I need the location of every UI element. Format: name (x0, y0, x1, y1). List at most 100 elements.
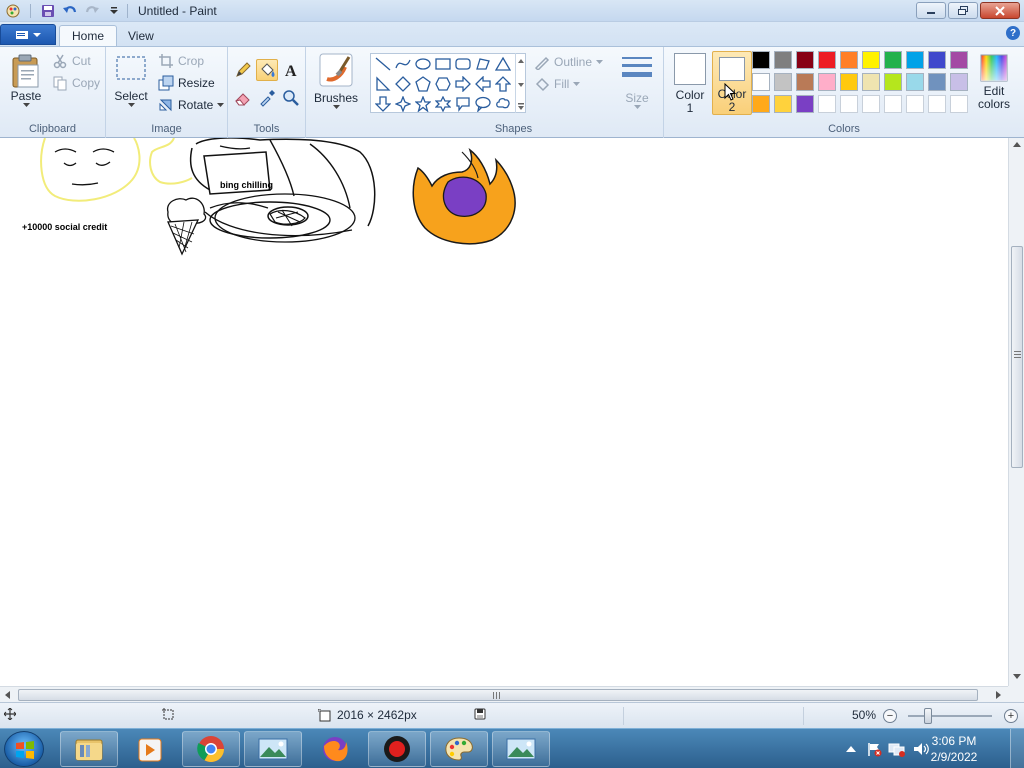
taskbar-firefox[interactable] (306, 731, 364, 767)
color-swatch[interactable] (884, 51, 902, 69)
taskbar-media-player[interactable] (120, 731, 178, 767)
pencil-tool[interactable] (232, 59, 254, 81)
resize-button[interactable]: Resize (158, 75, 215, 91)
undo-icon[interactable] (61, 2, 79, 20)
color-swatch[interactable] (906, 95, 924, 113)
action-center-flag-icon[interactable] (866, 741, 882, 757)
color-swatch[interactable] (818, 51, 836, 69)
text-tool[interactable]: A (280, 59, 302, 81)
taskbar-explorer[interactable] (60, 731, 118, 767)
fill-button[interactable]: Fill (534, 76, 581, 92)
crop-button[interactable]: Crop (158, 53, 204, 69)
right-arrow-shape-icon[interactable] (453, 74, 473, 94)
curve-shape-icon[interactable] (393, 54, 413, 74)
fill-tool[interactable] (256, 59, 278, 81)
paint-app-icon[interactable] (4, 2, 22, 20)
color-swatch[interactable] (906, 51, 924, 69)
minimize-button[interactable] (916, 2, 946, 19)
brushes-button[interactable]: Brushes (312, 53, 360, 110)
save-icon[interactable] (39, 2, 57, 20)
vertical-scroll-thumb[interactable] (1011, 246, 1023, 468)
taskbar-photo-viewer-2[interactable] (492, 731, 550, 767)
outline-button[interactable]: Outline (534, 54, 604, 70)
color-picker-tool[interactable] (256, 87, 278, 109)
color-swatch[interactable] (818, 95, 836, 113)
paint-menu-button[interactable] (0, 24, 56, 45)
redo-icon[interactable] (83, 2, 101, 20)
rotate-button[interactable]: Rotate (158, 97, 225, 113)
right-triangle-shape-icon[interactable] (373, 74, 393, 94)
color-swatch[interactable] (928, 73, 946, 91)
magnifier-tool[interactable] (280, 87, 302, 109)
polygon-shape-icon[interactable] (473, 54, 493, 74)
taskbar-clock[interactable]: 3:06 PM 2/9/2022 (922, 733, 986, 765)
taskbar-photo-viewer[interactable] (244, 731, 302, 767)
five-point-star-shape-icon[interactable] (413, 94, 433, 114)
triangle-shape-icon[interactable] (493, 54, 513, 74)
show-desktop-button[interactable] (1010, 729, 1024, 768)
color-swatch[interactable] (950, 73, 968, 91)
rounded-rectangle-shape-icon[interactable] (453, 54, 473, 74)
cut-button[interactable]: Cut (52, 53, 91, 69)
rounded-callout-shape-icon[interactable] (453, 94, 473, 114)
zoom-out-button[interactable]: − (883, 709, 897, 723)
eraser-tool[interactable] (232, 87, 254, 109)
tab-view[interactable]: View (116, 25, 166, 46)
color-swatch[interactable] (884, 95, 902, 113)
scroll-right-arrow-icon[interactable] (996, 691, 1002, 699)
edit-colors-button[interactable]: Edit colors (974, 53, 1014, 111)
rectangle-shape-icon[interactable] (433, 54, 453, 74)
shapes-gallery-scroll[interactable] (515, 53, 527, 113)
restore-button[interactable] (948, 2, 978, 19)
down-arrow-shape-icon[interactable] (373, 94, 393, 114)
scroll-left-arrow-icon[interactable] (5, 691, 11, 699)
color-swatch[interactable] (774, 73, 792, 91)
customize-qat-dropdown-icon[interactable] (105, 2, 123, 20)
select-button[interactable]: Select (112, 55, 150, 108)
copy-button[interactable]: Copy (52, 75, 100, 91)
help-icon[interactable]: ? (1006, 26, 1020, 40)
color-swatch[interactable] (840, 95, 858, 113)
color-swatch[interactable] (774, 51, 792, 69)
oval-shape-icon[interactable] (413, 54, 433, 74)
four-point-star-shape-icon[interactable] (393, 94, 413, 114)
scroll-down-arrow-icon[interactable] (1013, 674, 1021, 680)
color-swatch[interactable] (862, 95, 880, 113)
size-button[interactable]: Size (616, 53, 658, 110)
scroll-up-arrow-icon[interactable] (1013, 142, 1021, 148)
color-swatch[interactable] (774, 95, 792, 113)
close-button[interactable] (980, 2, 1020, 19)
color-swatch[interactable] (796, 51, 814, 69)
color-swatch[interactable] (752, 73, 770, 91)
taskbar-chrome[interactable] (182, 731, 240, 767)
color-swatch[interactable] (796, 95, 814, 113)
horizontal-scrollbar[interactable] (0, 686, 1008, 702)
color-swatch[interactable] (884, 73, 902, 91)
color-swatch[interactable] (752, 95, 770, 113)
color-1-button[interactable]: Color 1 (671, 51, 709, 115)
hexagon-shape-icon[interactable] (433, 74, 453, 94)
color-swatch[interactable] (862, 51, 880, 69)
pentagon-shape-icon[interactable] (413, 74, 433, 94)
color-swatch[interactable] (840, 51, 858, 69)
drawing-canvas[interactable]: +10000 social credit bing chilling (0, 138, 1008, 686)
line-shape-icon[interactable] (373, 54, 393, 74)
color-swatch[interactable] (950, 51, 968, 69)
vertical-scrollbar[interactable] (1008, 138, 1024, 686)
diamond-shape-icon[interactable] (393, 74, 413, 94)
six-point-star-shape-icon[interactable] (433, 94, 453, 114)
color-swatch[interactable] (862, 73, 880, 91)
color-swatch[interactable] (928, 95, 946, 113)
color-swatch[interactable] (840, 73, 858, 91)
cloud-callout-shape-icon[interactable] (493, 94, 513, 114)
network-icon[interactable] (888, 741, 906, 757)
color-swatch[interactable] (818, 73, 836, 91)
color-swatch[interactable] (906, 73, 924, 91)
color-swatch[interactable] (950, 95, 968, 113)
start-button[interactable] (4, 731, 44, 767)
color-swatch[interactable] (796, 73, 814, 91)
up-arrow-shape-icon[interactable] (493, 74, 513, 94)
taskbar-paint[interactable] (430, 731, 488, 767)
paste-button[interactable]: Paste (6, 53, 46, 108)
tab-home[interactable]: Home (59, 25, 118, 46)
